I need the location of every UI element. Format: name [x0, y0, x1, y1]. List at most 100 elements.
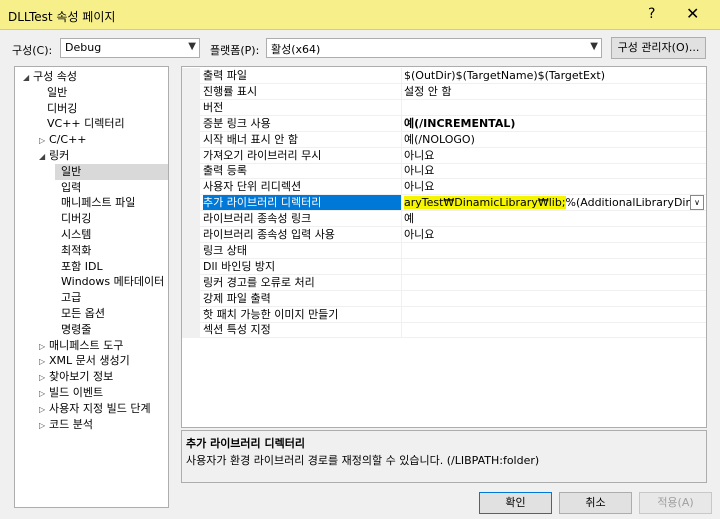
row-gutter	[182, 258, 200, 275]
platform-select[interactable]: 활성(x64) ▼	[266, 38, 602, 58]
row-gutter	[182, 179, 200, 196]
row-gutter	[182, 227, 200, 243]
tree-item[interactable]: ▷ 매니페스트 도구	[39, 338, 123, 354]
property-name: 버전	[203, 99, 402, 115]
property-row[interactable]: 라이브러리 종속성 링크 예	[182, 211, 706, 228]
property-value[interactable]	[404, 243, 704, 258]
property-value[interactable]: 아니요	[404, 163, 704, 178]
tree-item[interactable]: ▷ 찾아보기 정보	[39, 369, 113, 385]
row-gutter	[182, 322, 200, 339]
tree-item[interactable]: Windows 메타데이터	[55, 274, 164, 290]
tree-item[interactable]: 매니페스트 파일	[55, 195, 135, 211]
row-gutter	[182, 211, 200, 228]
tree-item-label: 시스템	[61, 228, 92, 241]
property-row[interactable]: 증분 링크 사용 예(/INCREMENTAL)	[182, 115, 706, 132]
tree-item[interactable]: ▷ XML 문서 생성기	[39, 353, 130, 369]
property-value[interactable]	[404, 275, 704, 290]
tree-item[interactable]: ▷ 빌드 이벤트	[39, 385, 103, 401]
expand-arrow-icon[interactable]: ▷	[39, 339, 49, 355]
property-value[interactable]: $(OutDir)$(TargetName)$(TargetExt)	[404, 68, 704, 83]
property-row[interactable]: 진행률 표시 설정 안 함	[182, 83, 706, 100]
property-value[interactable]: 아니요	[404, 148, 704, 163]
property-row[interactable]: 핫 패치 가능한 이미지 만들기	[182, 306, 706, 323]
tree-item[interactable]: 일반	[55, 163, 168, 180]
config-select[interactable]: Debug ▼	[60, 38, 200, 58]
property-value[interactable]	[404, 322, 704, 337]
tree-item[interactable]: ▷ 코드 분석	[39, 417, 93, 433]
property-row[interactable]: Dll 바인딩 방지	[182, 258, 706, 275]
config-manager-button[interactable]: 구성 관리자(O)...	[611, 37, 706, 59]
property-value[interactable]: aryTest₩DinamicLibrary₩lib;%(AdditionalL…	[404, 195, 704, 211]
expand-arrow-icon[interactable]: ▷	[39, 402, 49, 418]
property-row[interactable]: 버전	[182, 99, 706, 116]
platform-value: 활성(x64)	[271, 43, 321, 56]
tree-item[interactable]: 디버깅	[55, 211, 91, 227]
tree-item[interactable]: 시스템	[55, 227, 91, 243]
expand-arrow-icon[interactable]: ▷	[39, 354, 49, 370]
ok-button[interactable]: 확인	[479, 492, 552, 514]
property-name: 라이브러리 종속성 링크	[203, 211, 402, 227]
tree-item-label: 찾아보기 정보	[49, 370, 114, 384]
property-value-text: $(OutDir)$(TargetName)$(TargetExt)	[404, 69, 606, 82]
property-row[interactable]: 사용자 단위 리디렉션 아니요	[182, 179, 706, 196]
property-row[interactable]: 링커 경고를 오류로 처리	[182, 274, 706, 291]
tree-item[interactable]: VC++ 디렉터리	[41, 116, 125, 132]
tree-item[interactable]: 일반	[41, 85, 67, 101]
property-value[interactable]: 예(/NOLOGO)	[404, 132, 704, 147]
expand-arrow-icon[interactable]: ▷	[39, 133, 49, 149]
row-gutter	[182, 290, 200, 307]
property-row[interactable]: 링크 상태	[182, 242, 706, 259]
tree-item-label: 디버깅	[47, 101, 78, 115]
expand-arrow-icon[interactable]: ▷	[39, 370, 49, 386]
property-value[interactable]: 아니요	[404, 179, 704, 194]
property-value[interactable]	[404, 307, 704, 322]
property-row[interactable]: 출력 파일 $(OutDir)$(TargetName)$(TargetExt)	[182, 68, 706, 84]
property-name: 사용자 단위 리디렉션	[203, 179, 402, 195]
tree-item[interactable]: 고급	[55, 290, 81, 306]
tree-item[interactable]: 디버깅	[41, 101, 77, 117]
property-row[interactable]: 강제 파일 출력	[182, 290, 706, 307]
property-row[interactable]: 시작 배너 표시 안 함 예(/NOLOGO)	[182, 131, 706, 148]
row-gutter	[182, 306, 200, 323]
tree-item[interactable]: ▷ 사용자 지정 빌드 단계	[39, 401, 151, 417]
property-value[interactable]	[404, 259, 704, 274]
property-value[interactable]: 예(/INCREMENTAL)	[404, 116, 704, 131]
tree-item-label: 구성 속성	[33, 70, 77, 83]
tree-item[interactable]: 최적화	[55, 243, 91, 259]
tree-item[interactable]: 명령줄	[55, 322, 91, 338]
collapse-arrow-icon[interactable]: ◢	[23, 70, 33, 86]
property-value-text: 아니요	[404, 180, 435, 194]
config-value: Debug	[65, 41, 102, 54]
apply-button[interactable]: 적용(A)	[639, 492, 712, 514]
property-value[interactable]: 설정 안 함	[404, 84, 704, 99]
property-row[interactable]: 라이브러리 종속성 입력 사용 아니요	[182, 227, 706, 243]
property-row[interactable]: 섹션 특성 지정	[182, 322, 706, 339]
config-label: 구성(C):	[12, 44, 53, 57]
property-value-text: 설정 안 함	[404, 84, 452, 98]
help-icon[interactable]: ?	[648, 6, 655, 22]
cancel-button[interactable]: 취소	[559, 492, 632, 514]
tree-item[interactable]: 포함 IDL	[55, 259, 103, 275]
tree-item[interactable]: ◢ 구성 속성	[23, 69, 77, 85]
configuration-row: 구성(C): Debug ▼ 플랫폼(P): 활성(x64) ▼ 구성 관리자(…	[0, 37, 720, 60]
chevron-down-icon[interactable]: ∨	[690, 195, 704, 211]
property-row[interactable]: 출력 등록 아니요	[182, 163, 706, 180]
collapse-arrow-icon[interactable]: ◢	[39, 149, 49, 165]
property-value[interactable]: 예	[404, 211, 704, 226]
property-value-text: 예(/NOLOGO)	[404, 132, 475, 146]
property-row[interactable]: 가져오기 라이브러리 무시 아니요	[182, 147, 706, 164]
property-name: 추가 라이브러리 디렉터리	[203, 195, 402, 211]
property-value[interactable]	[404, 291, 704, 306]
tree-item[interactable]: 입력	[55, 180, 81, 196]
property-value[interactable]	[404, 100, 704, 115]
expand-arrow-icon[interactable]: ▷	[39, 386, 49, 402]
close-icon[interactable]: ✕	[686, 4, 699, 23]
tree-item[interactable]: ▷ C/C++	[39, 132, 87, 148]
row-gutter	[182, 195, 200, 212]
row-gutter	[182, 115, 200, 132]
tree-item[interactable]: ◢ 링커	[39, 148, 69, 164]
property-row[interactable]: 추가 라이브러리 디렉터리 aryTest₩DinamicLibrary₩lib;…	[182, 195, 706, 212]
property-value[interactable]: 아니요	[404, 227, 704, 242]
expand-arrow-icon[interactable]: ▷	[39, 418, 49, 434]
tree-item[interactable]: 모든 옵션	[55, 306, 105, 322]
